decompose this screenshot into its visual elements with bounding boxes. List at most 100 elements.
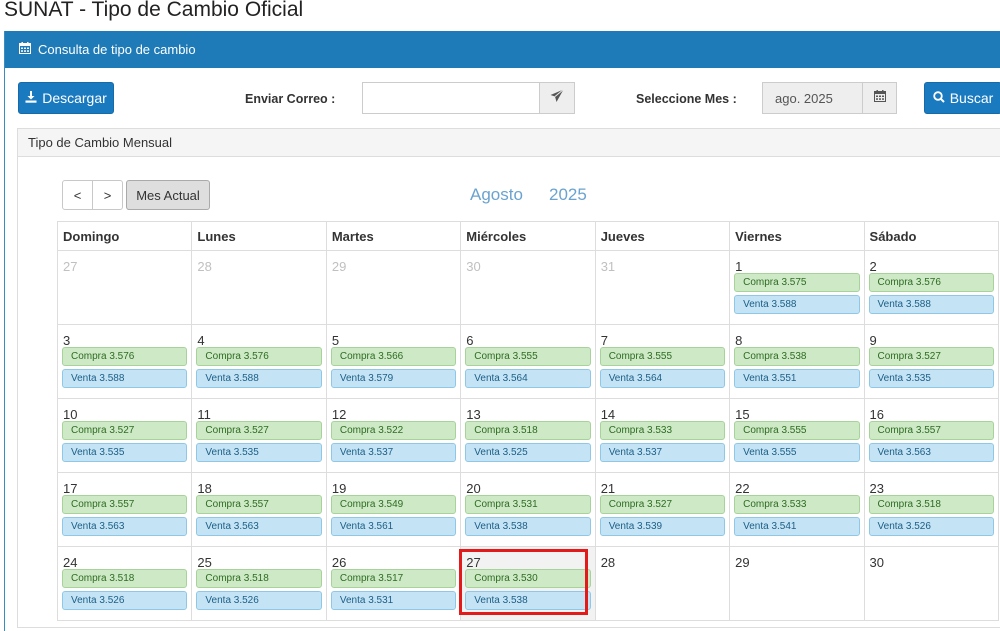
calendar-day-cell[interactable]: 10 Compra 3.527 Venta 3.535: [56, 398, 193, 473]
calendar-day-cell[interactable]: 29: [325, 250, 462, 325]
calendar-day-cell[interactable]: 3 Compra 3.576 Venta 3.588: [56, 324, 193, 399]
sell-rate-event[interactable]: Venta 3.588: [868, 295, 994, 314]
sell-rate-event[interactable]: Venta 3.564: [465, 369, 591, 388]
calendar-day-cell[interactable]: 31: [594, 250, 731, 325]
download-button[interactable]: Descargar: [18, 82, 114, 114]
calendar-day-cell[interactable]: 18 Compra 3.557 Venta 3.563: [191, 472, 327, 547]
sell-rate-event[interactable]: Venta 3.561: [330, 517, 457, 536]
search-button[interactable]: Buscar: [924, 82, 1000, 114]
calendar-day-cell[interactable]: 7 Compra 3.555 Venta 3.564: [594, 324, 731, 399]
day-number: 27: [466, 555, 481, 570]
buy-rate-event[interactable]: Compra 3.518: [868, 495, 994, 514]
calendar-day-cell[interactable]: 9 Compra 3.527 Venta 3.535: [863, 324, 1000, 399]
sell-rate-event[interactable]: Venta 3.588: [734, 295, 860, 314]
buy-rate-event[interactable]: Compra 3.530: [465, 569, 591, 588]
calendar-day-cell[interactable]: 28: [594, 546, 731, 621]
calendar-day-cell[interactable]: 27: [56, 250, 193, 325]
sell-rate-event[interactable]: Venta 3.579: [330, 369, 457, 388]
sell-rate-event[interactable]: Venta 3.535: [868, 369, 994, 388]
calendar-day-cell[interactable]: 28: [191, 250, 327, 325]
sell-rate-event[interactable]: Venta 3.526: [868, 517, 994, 536]
calendar-day-cell[interactable]: 14 Compra 3.533 Venta 3.537: [594, 398, 731, 473]
buy-rate-event[interactable]: Compra 3.575: [734, 273, 860, 292]
current-month-button[interactable]: Mes Actual: [126, 180, 210, 210]
sell-rate-event[interactable]: Venta 3.539: [599, 517, 726, 536]
sell-rate-event[interactable]: Venta 3.538: [465, 517, 591, 536]
buy-rate-event[interactable]: Compra 3.518: [62, 569, 188, 588]
sell-rate-event[interactable]: Venta 3.588: [62, 369, 188, 388]
sell-rate-event[interactable]: Venta 3.555: [734, 443, 860, 462]
month-input[interactable]: ago. 2025: [762, 82, 863, 114]
buy-rate-event[interactable]: Compra 3.527: [196, 421, 322, 440]
buy-rate-event[interactable]: Compra 3.549: [330, 495, 457, 514]
month-picker-button[interactable]: [862, 82, 897, 114]
calendar-day-cell[interactable]: 25 Compra 3.518 Venta 3.526: [191, 546, 327, 621]
next-month-button[interactable]: >: [92, 180, 123, 210]
buy-rate-event[interactable]: Compra 3.518: [196, 569, 322, 588]
calendar-day-cell[interactable]: 26 Compra 3.517 Venta 3.531: [325, 546, 462, 621]
calendar-day-cell[interactable]: 17 Compra 3.557 Venta 3.563: [56, 472, 193, 547]
sell-rate-event[interactable]: Venta 3.588: [196, 369, 322, 388]
buy-rate-event[interactable]: Compra 3.518: [465, 421, 591, 440]
sell-rate-event[interactable]: Venta 3.526: [62, 591, 188, 610]
calendar-day-cell[interactable]: 21 Compra 3.527 Venta 3.539: [594, 472, 731, 547]
buy-rate-event[interactable]: Compra 3.576: [196, 347, 322, 366]
sell-rate-event[interactable]: Venta 3.535: [196, 443, 322, 462]
calendar-day-cell[interactable]: 12 Compra 3.522 Venta 3.537: [325, 398, 462, 473]
sell-rate-event[interactable]: Venta 3.564: [599, 369, 726, 388]
buy-rate-event[interactable]: Compra 3.531: [465, 495, 591, 514]
calendar-day-cell[interactable]: 23 Compra 3.518 Venta 3.526: [863, 472, 1000, 547]
calendar-day-cell[interactable]: 30: [863, 546, 1000, 621]
prev-month-button[interactable]: <: [62, 180, 93, 210]
calendar-day-cell[interactable]: 30: [460, 250, 596, 325]
buy-rate-event[interactable]: Compra 3.557: [196, 495, 322, 514]
calendar-day-cell[interactable]: 19 Compra 3.549 Venta 3.561: [325, 472, 462, 547]
email-input[interactable]: [362, 82, 540, 114]
buy-rate-event[interactable]: Compra 3.533: [734, 495, 860, 514]
buy-rate-event[interactable]: Compra 3.527: [62, 421, 188, 440]
buy-rate-event[interactable]: Compra 3.527: [599, 495, 726, 514]
buy-rate-event[interactable]: Compra 3.522: [330, 421, 457, 440]
calendar-day-cell[interactable]: 2 Compra 3.576 Venta 3.588: [863, 250, 1000, 325]
calendar-day-cell[interactable]: 4 Compra 3.576 Venta 3.588: [191, 324, 327, 399]
buy-rate-event[interactable]: Compra 3.533: [599, 421, 726, 440]
calendar-day-cell[interactable]: 6 Compra 3.555 Venta 3.564: [460, 324, 596, 399]
calendar-day-cell[interactable]: 24 Compra 3.518 Venta 3.526: [56, 546, 193, 621]
buy-rate-event[interactable]: Compra 3.538: [734, 347, 860, 366]
buy-rate-event[interactable]: Compra 3.555: [734, 421, 860, 440]
sell-rate-event[interactable]: Venta 3.535: [62, 443, 188, 462]
send-email-button[interactable]: [539, 82, 575, 114]
buy-rate-event[interactable]: Compra 3.557: [62, 495, 188, 514]
calendar-day-cell[interactable]: 16 Compra 3.557 Venta 3.563: [863, 398, 1000, 473]
sell-rate-event[interactable]: Venta 3.551: [734, 369, 860, 388]
buy-rate-event[interactable]: Compra 3.517: [330, 569, 457, 588]
calendar-day-cell[interactable]: 20 Compra 3.531 Venta 3.538: [460, 472, 596, 547]
sell-rate-event[interactable]: Venta 3.563: [868, 443, 994, 462]
buy-rate-event[interactable]: Compra 3.557: [868, 421, 994, 440]
buy-rate-event[interactable]: Compra 3.555: [599, 347, 726, 366]
calendar-day-cell[interactable]: 1 Compra 3.575 Venta 3.588: [729, 250, 865, 325]
buy-rate-event[interactable]: Compra 3.576: [868, 273, 994, 292]
sell-rate-event[interactable]: Venta 3.526: [196, 591, 322, 610]
day-number: 17: [63, 481, 78, 496]
calendar-day-cell[interactable]: 11 Compra 3.527 Venta 3.535: [191, 398, 327, 473]
calendar-day-cell[interactable]: 22 Compra 3.533 Venta 3.541: [729, 472, 865, 547]
buy-rate-event[interactable]: Compra 3.555: [465, 347, 591, 366]
calendar-day-cell[interactable]: 15 Compra 3.555 Venta 3.555: [729, 398, 865, 473]
buy-rate-event[interactable]: Compra 3.576: [62, 347, 188, 366]
buy-rate-event[interactable]: Compra 3.566: [330, 347, 457, 366]
sell-rate-event[interactable]: Venta 3.563: [196, 517, 322, 536]
sell-rate-event[interactable]: Venta 3.563: [62, 517, 188, 536]
calendar-day-cell[interactable]: 29: [729, 546, 865, 621]
calendar-day-cell[interactable]: 8 Compra 3.538 Venta 3.551: [729, 324, 865, 399]
calendar-day-cell[interactable]: 5 Compra 3.566 Venta 3.579: [325, 324, 462, 399]
sell-rate-event[interactable]: Venta 3.537: [599, 443, 726, 462]
buy-rate-event[interactable]: Compra 3.527: [868, 347, 994, 366]
sell-rate-event[interactable]: Venta 3.531: [330, 591, 457, 610]
calendar-day-cell[interactable]: 13 Compra 3.518 Venta 3.525: [460, 398, 596, 473]
sell-rate-event[interactable]: Venta 3.525: [465, 443, 591, 462]
calendar-day-cell[interactable]: 27 Compra 3.530 Venta 3.538: [460, 546, 596, 621]
sell-rate-event[interactable]: Venta 3.541: [734, 517, 860, 536]
sell-rate-event[interactable]: Venta 3.538: [465, 591, 591, 610]
sell-rate-event[interactable]: Venta 3.537: [330, 443, 457, 462]
